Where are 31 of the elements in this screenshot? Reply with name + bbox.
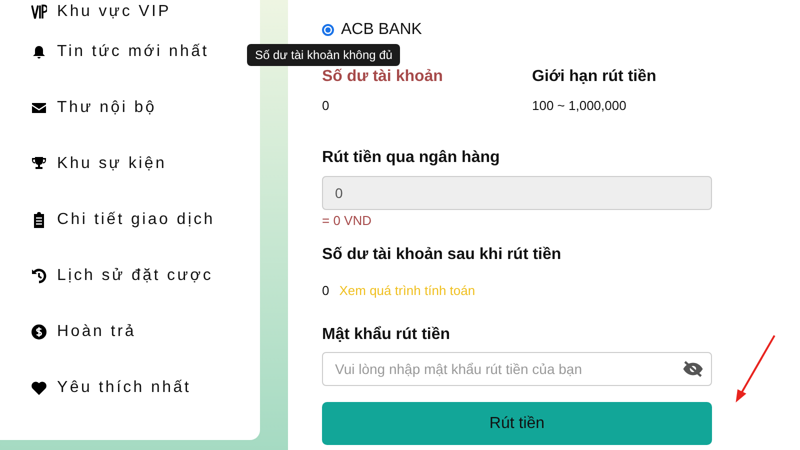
vip-icon: [31, 4, 47, 20]
info-value: 100 ~ 1,000,000: [532, 98, 628, 113]
balance-after-value: 0: [322, 283, 330, 298]
bell-icon: [31, 44, 47, 60]
clipboard-icon: [31, 212, 47, 228]
menu-item[interactable]: Khu vực VIP: [31, 0, 260, 24]
balance-after-label: Số dư tài khoản sau khi rút tiền: [322, 246, 562, 264]
password-field[interactable]: Vui lòng nhập mật khẩu rút tiền của bạn: [322, 352, 712, 386]
menu-item[interactable]: Khu sự kiện: [31, 136, 260, 192]
radio-button[interactable]: [322, 24, 334, 36]
info-label: Số dư tài khoản: [322, 68, 444, 86]
converted-amount: = 0 VND: [322, 213, 372, 228]
trophy-icon: [31, 156, 47, 172]
dollar-icon: [31, 324, 47, 340]
history-icon: [31, 268, 47, 284]
info-value: 0: [322, 98, 330, 113]
password-label: Mật khẩu rút tiền: [322, 326, 452, 344]
menu-item[interactable]: Hoàn trả: [31, 304, 260, 360]
tooltip: Số dư tài khoản không đủ: [247, 44, 400, 66]
menu-item[interactable]: Yêu thích nhất: [31, 360, 260, 416]
withdraw-button[interactable]: Rút tiền: [322, 402, 712, 445]
info-label: Giới hạn rút tiền: [532, 68, 658, 86]
menu-item[interactable]: Thư nội bộ: [31, 80, 260, 136]
mail-icon: [31, 100, 47, 116]
eye-off-icon[interactable]: [682, 361, 704, 377]
amount-label: Rút tiền qua ngân hàng: [322, 149, 501, 167]
heart-icon: [31, 380, 47, 396]
menu-item[interactable]: Lịch sử đặt cược: [31, 248, 260, 304]
menu-item[interactable]: Chi tiết giao dịch: [31, 192, 260, 248]
amount-field[interactable]: 0: [322, 176, 712, 210]
bank-label: ACB BANK: [341, 21, 422, 39]
